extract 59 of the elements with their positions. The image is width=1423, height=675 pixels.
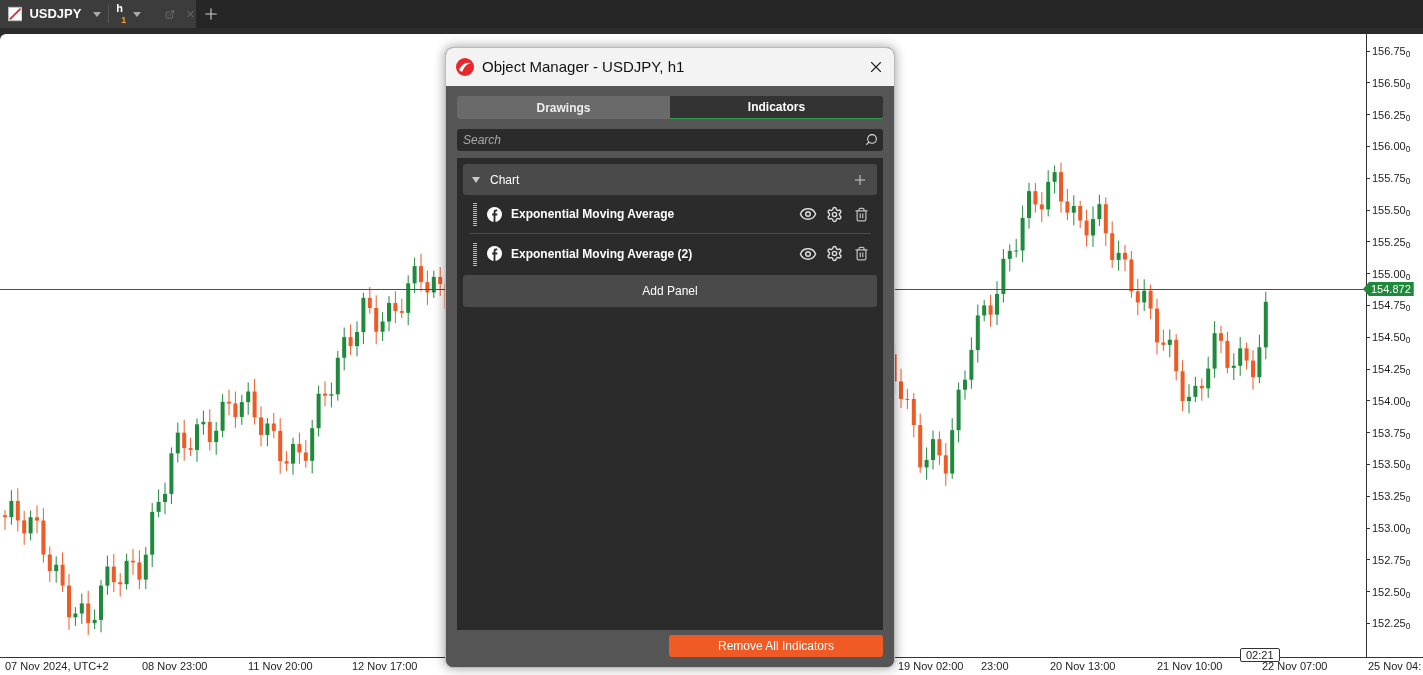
price-label: 154.25$_{0}$: [1372, 362, 1411, 376]
time-label: 07 Nov 2024, UTC+2: [5, 660, 109, 673]
time-label: 19 Nov 02:00: [898, 660, 964, 673]
current-price-tag: 154.872: [1363, 282, 1414, 296]
time-badge: 02:21: [1240, 648, 1280, 662]
price-label: 156.50$_{0}$: [1372, 75, 1411, 90]
price-label: 156.75$_{0}$: [1372, 44, 1411, 58]
time-label: 20 Nov 13:00: [1050, 660, 1116, 673]
price-label: 155.50$_{0}$: [1372, 203, 1411, 217]
caret-icon[interactable]: [133, 11, 142, 17]
symbol-label: USDJPY: [29, 5, 82, 24]
price-label: 152.75$_{0}$: [1372, 552, 1411, 567]
price-label: 152.25$_{0}$: [1372, 616, 1411, 631]
tab[interactable]: Drawings: [457, 96, 670, 119]
new-tab-icon[interactable]: [202, 5, 220, 23]
settings-icon[interactable]: [826, 245, 843, 262]
price-label: 155.75$_{0}$: [1372, 171, 1411, 186]
indicator-icon: [487, 206, 502, 222]
search-icon: [865, 133, 878, 146]
indicator-name[interactable]: Exponential Moving Average (2): [511, 244, 693, 263]
indicator-name[interactable]: Exponential Moving Average: [511, 205, 675, 223]
search-field[interactable]: Search: [457, 129, 883, 151]
eye-icon[interactable]: [799, 205, 817, 223]
group-header[interactable]: Chart: [463, 164, 877, 195]
price-label: 156.25$_{0}$: [1372, 107, 1411, 122]
app-logo-icon: [455, 57, 475, 77]
caret-icon[interactable]: [93, 11, 102, 17]
tab[interactable]: Indicators: [670, 96, 883, 119]
price-label: 153.75$_{0}$: [1372, 425, 1411, 440]
time-label: 23:00: [981, 660, 1009, 673]
time-label: 25 Nov 04:: [1368, 660, 1422, 673]
chart-tab[interactable]: USDJPY h 1: [0, 0, 196, 28]
time-label: 21 Nov 10:00: [1157, 660, 1223, 673]
price-label: 153.25$_{0}$: [1372, 489, 1411, 504]
price-label: 154.50$_{0}$: [1372, 330, 1411, 345]
drag-handle[interactable]: [473, 241, 477, 266]
add-panel-button[interactable]: Add Panel: [463, 275, 877, 307]
price-label: 154.75$_{0}$: [1372, 298, 1411, 313]
group-title: Chart: [490, 171, 520, 189]
timeframe-label[interactable]: h 1: [116, 3, 127, 25]
trash-icon[interactable]: [854, 206, 869, 222]
trash-icon[interactable]: [854, 246, 869, 261]
time-label: 12 Nov 17:00: [352, 660, 418, 673]
caret-icon[interactable]: [472, 176, 480, 183]
price-label: 156.00$_{0}$: [1372, 139, 1411, 154]
price-label: 155.00$_{0}$: [1372, 266, 1411, 281]
settings-icon[interactable]: [826, 205, 843, 223]
price-label: 153.00$_{0}$: [1372, 521, 1411, 535]
indicator-icon: [487, 246, 502, 261]
price-label: 155.25$_{0}$: [1372, 234, 1411, 249]
drag-handle[interactable]: [473, 202, 477, 226]
chart-icon: [8, 6, 23, 22]
price-label: 153.50$_{0}$: [1372, 457, 1411, 472]
price-label: 154.00$_{0}$: [1372, 393, 1411, 408]
time-label: 11 Nov 20:00: [248, 660, 313, 673]
price-label: 152.50$_{0}$: [1372, 584, 1411, 599]
time-label: 22 Nov 07:00: [1262, 660, 1328, 673]
time-label: 08 Nov 23:00: [142, 660, 208, 673]
dialog-title: Object Manager - USDJPY, h1: [482, 56, 685, 77]
